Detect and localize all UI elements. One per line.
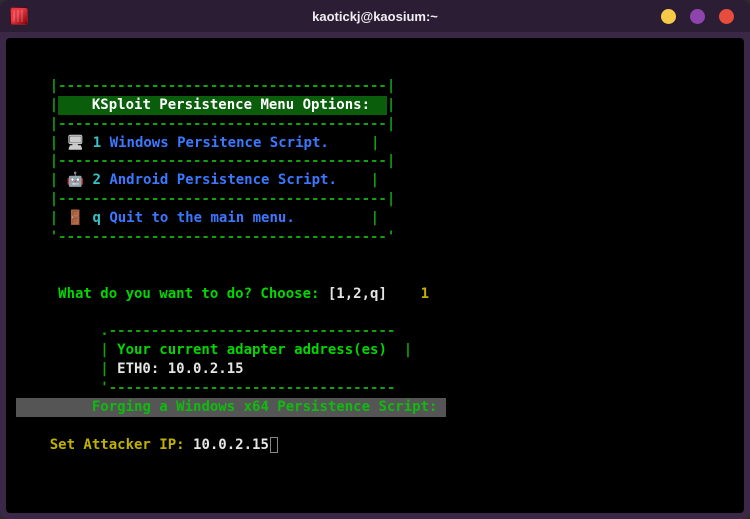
maximize-icon[interactable] [690,9,705,24]
menu-title: KSploit Persistence Menu Options: [58,96,387,115]
app-icon [10,7,28,25]
adapter-ip: 10.0.2.15 [168,361,244,377]
cursor-icon [270,437,278,453]
attacker-ip-line[interactable]: Set Attacker IP: 10.0.2.15 [16,437,278,453]
menu-border-top: |---------------------------------------… [16,78,395,94]
menu-title-row: | KSploit Persistence Menu Options: | [16,97,395,113]
adapter-bot: '---------------------------------- [16,380,395,396]
close-icon[interactable] [719,9,734,24]
adapter-header: | Your current adapter address(es) | [16,342,412,358]
terminal-body[interactable]: |---------------------------------------… [6,38,744,513]
attacker-ip-label: Set Attacker IP: [50,437,193,453]
menu-border-bot: '---------------------------------------… [16,229,395,245]
door-icon: 🚪 [67,210,84,226]
menu-divider: |---------------------------------------… [16,153,395,169]
menu-divider: |---------------------------------------… [16,116,395,132]
monitor-icon: 🖥 [67,135,85,151]
forge-line: Forging a Windows x64 Persistence Script… [16,399,446,415]
menu-item-1[interactable]: | 🖥 1 Windows Persitence Script. | [16,135,379,151]
menu-item-q[interactable]: | 🚪 q Quit to the main menu. | [16,210,379,226]
adapter-top: .---------------------------------- [16,323,395,339]
titlebar[interactable]: kaotickj@kaosium:~ [0,0,750,32]
forge-text: Forging a Windows x64 Persistence Script… [83,398,445,417]
window-title: kaotickj@kaosium:~ [312,9,438,24]
robot-icon: 🤖 [67,172,84,188]
menu-item-2[interactable]: | 🤖 2 Android Persistence Script. | [16,172,379,188]
prompt-answer: 1 [421,286,429,302]
terminal-window: kaotickj@kaosium:~ |--------------------… [0,0,750,519]
window-controls [661,9,740,24]
attacker-ip-value: 10.0.2.15 [193,437,269,453]
prompt-line: What do you want to do? Choose: [1,2,q] … [16,286,429,302]
menu-divider: |---------------------------------------… [16,191,395,207]
adapter-line: | ETH0: 10.0.2.15 [16,361,244,377]
minimize-icon[interactable] [661,9,676,24]
